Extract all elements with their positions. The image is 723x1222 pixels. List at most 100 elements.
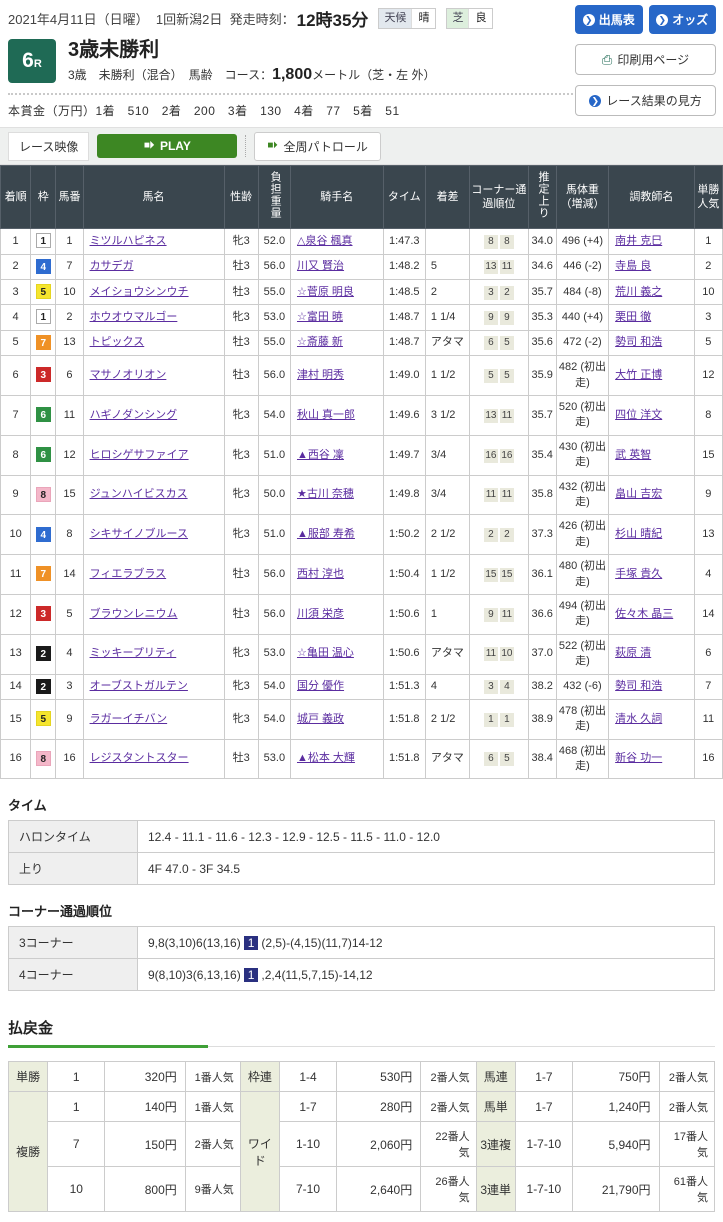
race-video-tab[interactable]: レース映像 bbox=[8, 132, 89, 161]
horse-name-link[interactable]: ラガーイチバン bbox=[90, 713, 168, 725]
horse-name-link[interactable]: ミツルハピネス bbox=[90, 235, 167, 247]
horse-name-link[interactable]: レジスタントスター bbox=[90, 752, 189, 764]
margin: 1 1/4 bbox=[425, 305, 469, 330]
horse-name-link[interactable]: メイショウシンウチ bbox=[90, 286, 189, 298]
entry-table-button[interactable]: ❯ 出馬表 bbox=[575, 5, 643, 34]
horse-body-weight: 480 (初出走) bbox=[556, 555, 608, 595]
trainer-link[interactable]: 新谷 功一 bbox=[615, 752, 662, 764]
corner-position-badge: 8 bbox=[500, 235, 514, 249]
win-popularity: 2 bbox=[694, 254, 722, 279]
finish-position: 7 bbox=[1, 396, 31, 436]
trainer-link[interactable]: 四位 洋文 bbox=[615, 409, 662, 421]
bracket-number-badge: 6 bbox=[36, 447, 51, 462]
horse-name-link[interactable]: マサノオリオン bbox=[90, 369, 167, 381]
play-button[interactable]: ■🞂 PLAY bbox=[97, 134, 237, 158]
corner-positions: 911 bbox=[470, 594, 528, 634]
horse-name-link[interactable]: シキサイノブルース bbox=[90, 528, 188, 540]
corner-positions: 1616 bbox=[470, 435, 528, 475]
horse-name-link[interactable]: ホウオウマルゴー bbox=[90, 311, 178, 323]
jockey-link[interactable]: 国分 優作 bbox=[297, 680, 344, 692]
jockey-link[interactable]: 川又 賢治 bbox=[297, 260, 344, 272]
horse-name-link[interactable]: カサデガ bbox=[90, 260, 134, 272]
corner-positions: 1110 bbox=[470, 634, 528, 674]
horse-name-link[interactable]: ミッキープリティ bbox=[90, 647, 177, 659]
wide-popularity: 2番人気 bbox=[421, 1092, 476, 1122]
wide-label: ワイド bbox=[240, 1092, 279, 1212]
jockey-cell: 津村 明秀 bbox=[290, 356, 383, 396]
jockey-link[interactable]: 城戸 義政 bbox=[297, 713, 344, 725]
horse-name-cell: ハギノダンシング bbox=[83, 396, 224, 436]
jockey-link[interactable]: ▲西谷 凜 bbox=[297, 449, 344, 461]
trainer-link[interactable]: 勢司 和浩 bbox=[615, 680, 662, 692]
time-table: ハロンタイム 12.4 - 11.1 - 11.6 - 12.3 - 12.9 … bbox=[8, 820, 715, 885]
race-number-suffix: R bbox=[34, 58, 42, 70]
jockey-link[interactable]: 津村 明秀 bbox=[297, 369, 344, 381]
jockey-link[interactable]: ☆斎藤 新 bbox=[297, 336, 343, 348]
win-popularity: 9 bbox=[694, 475, 722, 515]
horse-name-link[interactable]: オーブストガルテン bbox=[90, 680, 188, 692]
horse-name-cell: トピックス bbox=[83, 330, 224, 355]
odds-button[interactable]: ❯ オッズ bbox=[649, 5, 717, 34]
trainer-link[interactable]: 武 英智 bbox=[615, 449, 651, 461]
estimated-last-3f: 34.0 bbox=[528, 229, 556, 254]
horse-body-weight: 522 (初出走) bbox=[556, 634, 608, 674]
horse-name-link[interactable]: ヒロシゲサファイア bbox=[90, 449, 189, 461]
finish-position: 12 bbox=[1, 594, 31, 634]
how-to-read-button[interactable]: ❯ レース結果の見方 bbox=[575, 85, 716, 116]
jockey-link[interactable]: 秋山 真一郎 bbox=[297, 409, 355, 421]
trainer-link[interactable]: 萩原 清 bbox=[615, 647, 651, 659]
jockey-link[interactable]: △泉谷 楓真 bbox=[297, 235, 353, 247]
bracket-cell: 8 bbox=[31, 739, 56, 779]
jockey-link[interactable]: ☆菅原 明良 bbox=[297, 286, 354, 298]
bracket-cell: 3 bbox=[31, 594, 56, 634]
jockey-link[interactable]: ☆亀田 温心 bbox=[297, 647, 354, 659]
corner-position-badge: 13 bbox=[484, 409, 498, 423]
trainer-link[interactable]: 南井 克巳 bbox=[615, 235, 662, 247]
finish-time: 1:49.0 bbox=[383, 356, 425, 396]
trainer-link[interactable]: 佐々木 晶三 bbox=[615, 608, 673, 620]
jockey-link[interactable]: ★古川 奈穂 bbox=[297, 488, 354, 500]
trainer-cell: 武 英智 bbox=[609, 435, 695, 475]
horse-name-link[interactable]: ブラウンレニウム bbox=[90, 608, 178, 620]
trainer-link[interactable]: 清水 久詞 bbox=[615, 713, 662, 725]
margin: 3 1/2 bbox=[425, 396, 469, 436]
result-row: 1423オーブストガルテン牝354.0国分 優作1:51.343438.2432… bbox=[1, 674, 723, 699]
jockey-link[interactable]: 西村 淳也 bbox=[297, 568, 344, 580]
column-header: 調教師名 bbox=[609, 166, 695, 229]
trainer-link[interactable]: 畠山 吉宏 bbox=[615, 488, 662, 500]
bracket-number-badge: 8 bbox=[36, 487, 51, 502]
corner4-post: ,2,4(11,5,7,15)-14,12 bbox=[261, 968, 372, 982]
print-page-button[interactable]: ⎙ 印刷用ページ bbox=[575, 44, 716, 75]
corner-positions: 1311 bbox=[470, 254, 528, 279]
odds-label: オッズ bbox=[672, 11, 708, 28]
corner-position-badge: 5 bbox=[500, 336, 514, 350]
horse-name-link[interactable]: ハギノダンシング bbox=[90, 409, 178, 421]
trainer-link[interactable]: 杉山 晴紀 bbox=[615, 528, 662, 540]
trainer-link[interactable]: 大竹 正博 bbox=[615, 369, 662, 381]
jockey-link[interactable]: ▲松本 大輝 bbox=[297, 752, 355, 764]
horse-name-link[interactable]: トピックス bbox=[90, 336, 145, 348]
patrol-video-button[interactable]: ■🞂 全周パトロール bbox=[254, 132, 380, 161]
sex-age: 牡3 bbox=[224, 356, 258, 396]
jockey-link[interactable]: ▲服部 寿希 bbox=[297, 528, 355, 540]
trainer-link[interactable]: 手塚 貴久 bbox=[615, 568, 662, 580]
corner-position-badge: 2 bbox=[500, 528, 514, 542]
horse-number: 2 bbox=[56, 305, 83, 330]
horse-name-cell: レジスタントスター bbox=[83, 739, 224, 779]
trainer-link[interactable]: 荒川 義之 bbox=[615, 286, 662, 298]
corner-positions: 32 bbox=[470, 280, 528, 305]
trifecta-label: 3連単 bbox=[476, 1167, 515, 1212]
jockey-link[interactable]: ☆富田 暁 bbox=[297, 311, 343, 323]
corner4-row: 4コーナー 9(8,10)3(6,13,16)1,2,4(11,5,7,15)-… bbox=[9, 959, 715, 991]
trainer-cell: 四位 洋文 bbox=[609, 396, 695, 436]
trainer-link[interactable]: 寺島 良 bbox=[615, 260, 651, 272]
horse-name-link[interactable]: フィエラブラス bbox=[90, 568, 167, 580]
horse-number: 8 bbox=[56, 515, 83, 555]
trainer-link[interactable]: 栗田 徹 bbox=[615, 311, 651, 323]
jockey-link[interactable]: 川須 栄彦 bbox=[297, 608, 344, 620]
trainer-link[interactable]: 勢司 和浩 bbox=[615, 336, 662, 348]
horse-name-cell: メイショウシンウチ bbox=[83, 280, 224, 305]
horse-name-link[interactable]: ジュンハイビスカス bbox=[90, 488, 188, 500]
sex-age: 牡3 bbox=[224, 594, 258, 634]
corner-positions: 99 bbox=[470, 305, 528, 330]
